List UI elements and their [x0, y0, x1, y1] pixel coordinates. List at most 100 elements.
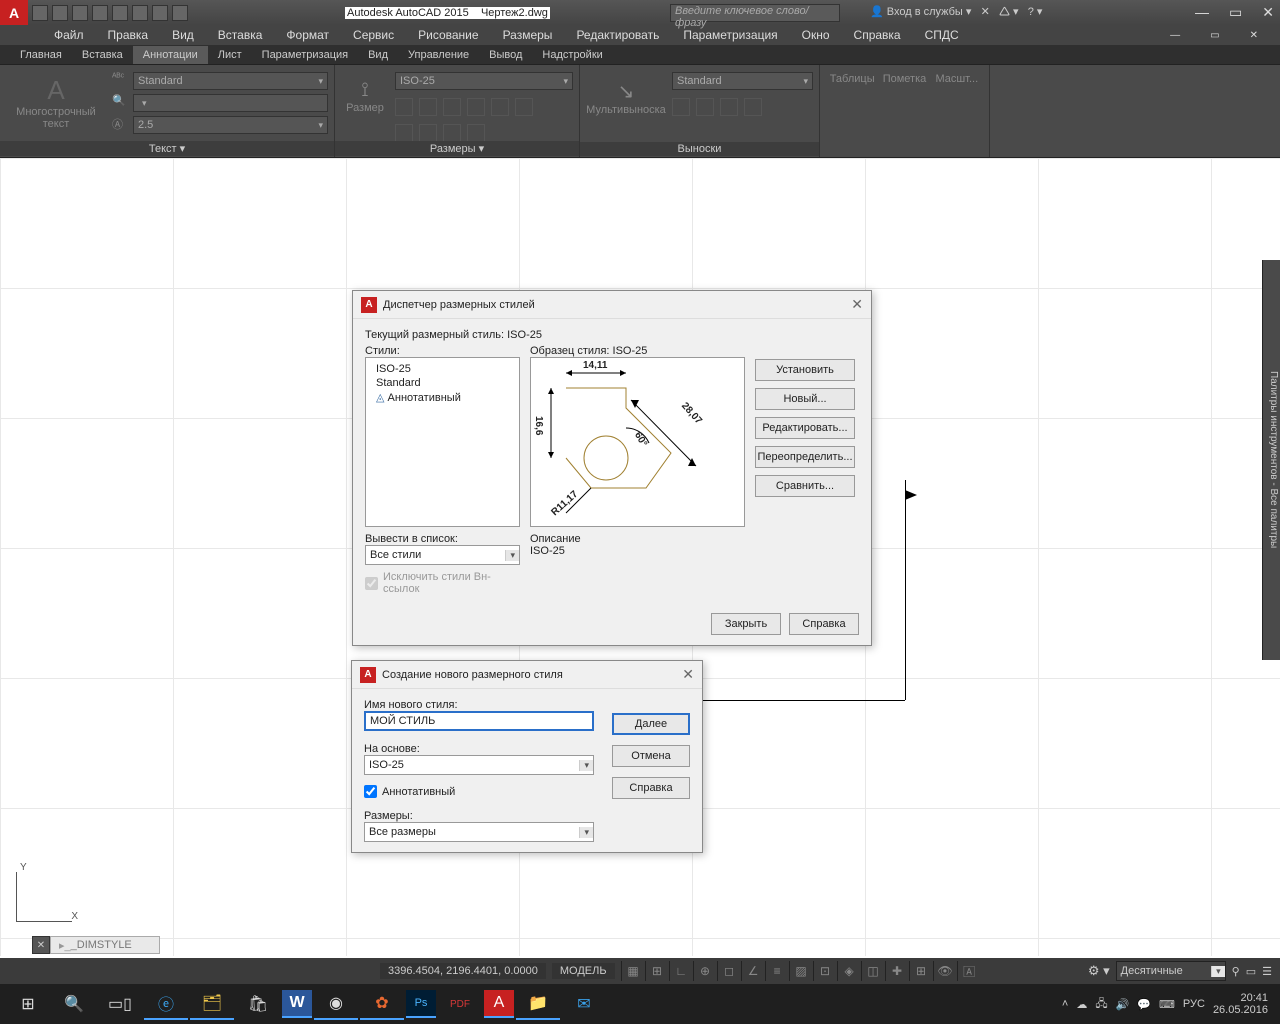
- dim-aligned-icon[interactable]: [419, 98, 437, 116]
- cmdline-close-icon[interactable]: ✕: [32, 936, 50, 954]
- help-button[interactable]: Справка: [612, 777, 690, 799]
- list-item[interactable]: ISO-25: [370, 362, 515, 376]
- dim-linear-icon[interactable]: [395, 98, 413, 116]
- maximize-button[interactable]: ▭: [1229, 4, 1242, 21]
- dim-tolerance-icon[interactable]: [467, 124, 485, 142]
- chrome-app-icon[interactable]: ◉: [314, 988, 358, 1020]
- tray-notifications-icon[interactable]: 💬: [1137, 998, 1151, 1011]
- panel-text-label[interactable]: Текст ▾: [0, 141, 334, 156]
- help-search-input[interactable]: Введите ключевое слово/фразу: [670, 4, 840, 22]
- exclude-xref-checkbox[interactable]: Исключить стили Вн-ссылок: [365, 571, 520, 595]
- set-current-button[interactable]: Установить: [755, 359, 855, 381]
- new-button[interactable]: Новый...: [755, 388, 855, 410]
- close-icon[interactable]: ✕: [851, 296, 863, 313]
- dim-baseline-icon[interactable]: [419, 124, 437, 142]
- word-app-icon[interactable]: W: [282, 990, 312, 1018]
- help-button[interactable]: Справка: [789, 613, 859, 635]
- qat-open-icon[interactable]: [52, 5, 68, 21]
- tray-network-icon[interactable]: 🖧: [1095, 995, 1107, 1014]
- autocad-logo-icon[interactable]: A: [0, 0, 28, 25]
- list-filter-combo[interactable]: Все стили: [365, 545, 520, 565]
- annotative-checkbox[interactable]: Аннотативный: [364, 785, 594, 798]
- mleader-button[interactable]: Мультивыноска: [586, 104, 666, 116]
- qat-save-icon[interactable]: [72, 5, 88, 21]
- ortho-toggle[interactable]: ∟: [669, 961, 693, 981]
- leader-remove-icon[interactable]: [696, 98, 714, 116]
- tab-annotate[interactable]: Аннотации: [133, 46, 208, 64]
- signin-button[interactable]: 👤 Вход в службы ▾ ✕ 🛆 ▾ ? ▾: [870, 3, 1042, 22]
- menu-edit[interactable]: Правка: [96, 28, 161, 42]
- otrack-toggle[interactable]: ∠: [741, 961, 765, 981]
- panel-dim-label[interactable]: Размеры ▾: [335, 141, 579, 156]
- tab-insert[interactable]: Вставка: [72, 46, 133, 64]
- workspace-switch[interactable]: ⚙ ▾: [1088, 963, 1110, 979]
- find-text-icon[interactable]: 🔍: [112, 94, 130, 112]
- tab-parametric[interactable]: Параметризация: [252, 46, 358, 64]
- tray-keyboard-icon[interactable]: ⌨: [1159, 998, 1175, 1011]
- continue-button[interactable]: Далее: [612, 713, 690, 735]
- text-height-dropdown[interactable]: 2.5: [133, 116, 328, 134]
- qat-undo-icon[interactable]: [132, 5, 148, 21]
- customize-status-icon[interactable]: ⚲: [1232, 965, 1240, 978]
- leader-add-icon[interactable]: [672, 98, 690, 116]
- tab-home[interactable]: Главная: [10, 46, 72, 64]
- menu-view[interactable]: Вид: [160, 28, 206, 42]
- qat-print-icon[interactable]: [112, 5, 128, 21]
- transparency-toggle[interactable]: ▨: [789, 961, 813, 981]
- edge-app-icon[interactable]: ⓔ: [144, 988, 188, 1020]
- start-button[interactable]: ⊞: [6, 988, 50, 1020]
- menu-modify[interactable]: Редактировать: [564, 28, 671, 42]
- modelspace-toggle[interactable]: МОДЕЛЬ: [552, 963, 615, 979]
- qat-more-icon[interactable]: [172, 5, 188, 21]
- markup-panel-button[interactable]: Пометка: [878, 69, 930, 153]
- qat-saveall-icon[interactable]: [92, 5, 108, 21]
- tab-view[interactable]: Вид: [358, 46, 398, 64]
- tab-layout[interactable]: Лист: [208, 46, 252, 64]
- tables-panel-button[interactable]: Таблицы: [826, 69, 878, 153]
- dyninput-toggle[interactable]: ⊡: [813, 961, 837, 981]
- tray-clock[interactable]: 20:4126.05.2016: [1213, 992, 1274, 1016]
- menu-help[interactable]: Справка: [842, 28, 913, 42]
- dim-radius-icon[interactable]: [491, 98, 509, 116]
- explorer2-app-icon[interactable]: 📁: [516, 988, 560, 1020]
- tab-output[interactable]: Вывод: [479, 46, 532, 64]
- menu-tools[interactable]: Сервис: [341, 28, 406, 42]
- abc-check-icon[interactable]: ᴬᴮᶜ: [112, 72, 130, 90]
- leader-align-icon[interactable]: [720, 98, 738, 116]
- list-item[interactable]: ◬ Аннотативный: [370, 390, 515, 405]
- close-button[interactable]: ✕: [1262, 4, 1274, 21]
- fullscreen-toggle[interactable]: ▭: [1246, 965, 1256, 978]
- dim-style-dropdown[interactable]: ISO-25: [395, 72, 573, 90]
- tab-manage[interactable]: Управление: [398, 46, 479, 64]
- cancel-button[interactable]: Отмена: [612, 745, 690, 767]
- annomonitor-toggle[interactable]: ✚: [885, 961, 909, 981]
- tray-onedrive-icon[interactable]: ☁: [1076, 998, 1087, 1011]
- text-height-icon[interactable]: Ⓐ: [112, 116, 130, 134]
- units-dropdown[interactable]: Десятичные: [1116, 961, 1226, 981]
- base-style-combo[interactable]: ISO-25: [364, 755, 594, 775]
- lineweight-toggle[interactable]: ≡: [765, 961, 789, 981]
- tray-chevron-icon[interactable]: ˄: [1062, 998, 1068, 1010]
- leader-style-dropdown[interactable]: Standard: [672, 72, 813, 90]
- doc-minimize-icon[interactable]: —: [1158, 30, 1192, 41]
- leader-collect-icon[interactable]: [744, 98, 762, 116]
- panel-leader-label[interactable]: Выноски: [580, 142, 819, 156]
- close-icon[interactable]: ✕: [682, 666, 694, 683]
- menu-insert[interactable]: Вставка: [206, 28, 275, 42]
- menu-window[interactable]: Окно: [790, 28, 842, 42]
- doc-restore-icon[interactable]: ▭: [1198, 30, 1231, 41]
- polar-toggle[interactable]: ⊕: [693, 961, 717, 981]
- doc-close-icon[interactable]: ✕: [1238, 30, 1270, 41]
- tray-volume-icon[interactable]: 🔊: [1116, 998, 1130, 1011]
- dim-diameter-icon[interactable]: [515, 98, 533, 116]
- menu-format[interactable]: Формат: [274, 28, 341, 42]
- search-button[interactable]: 🔍: [52, 988, 96, 1020]
- grid-toggle[interactable]: ▦: [621, 961, 645, 981]
- dim-continue-icon[interactable]: [395, 124, 413, 142]
- menu-draw[interactable]: Рисование: [406, 28, 490, 42]
- dim-arc-icon[interactable]: [467, 98, 485, 116]
- qat-new-icon[interactable]: [32, 5, 48, 21]
- dimension-button[interactable]: Размер: [341, 102, 389, 114]
- 3dosnap-toggle[interactable]: ◫: [861, 961, 885, 981]
- autocad-app-icon[interactable]: A: [484, 990, 514, 1018]
